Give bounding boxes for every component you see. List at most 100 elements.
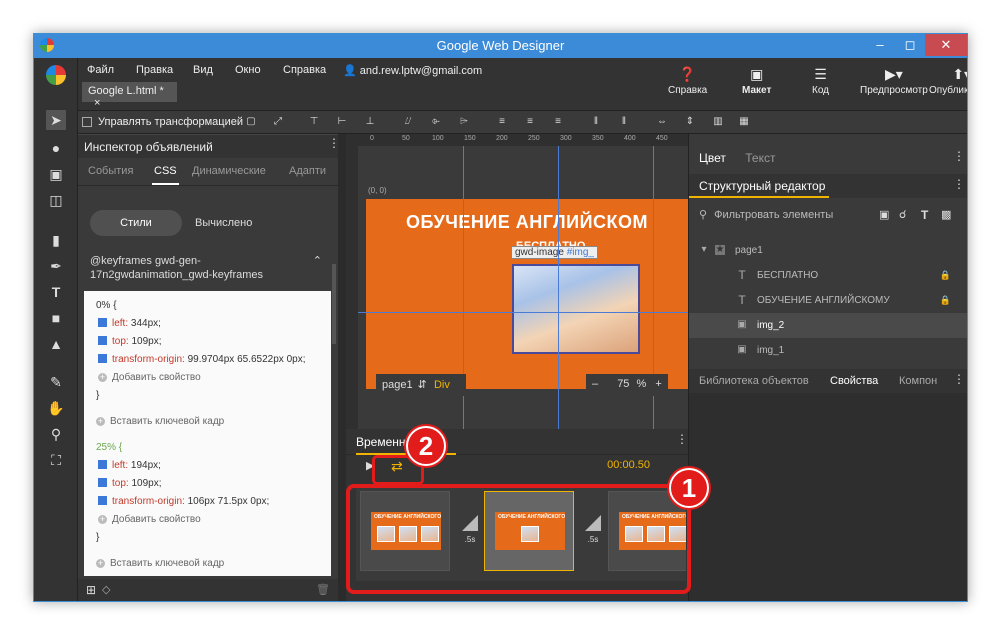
- filter-input[interactable]: ⚲ Фильтровать элементы: [699, 208, 833, 221]
- layout-button[interactable]: ▣ Макет: [742, 66, 771, 96]
- property-row[interactable]: top: 109px;: [98, 477, 162, 491]
- menu-view[interactable]: Вид: [193, 64, 213, 76]
- tab-properties[interactable]: Свойства: [830, 375, 878, 387]
- page-selector[interactable]: page1 ⇵ Div: [376, 374, 466, 396]
- size-both-icon[interactable]: ▥: [712, 116, 724, 128]
- trash-icon[interactable]: 🗑: [316, 583, 330, 596]
- transform-checkbox[interactable]: [82, 117, 92, 127]
- align-left-icon[interactable]: ⌰: [402, 116, 414, 128]
- size-height-icon[interactable]: ⇕: [684, 116, 696, 128]
- selection-tool-icon[interactable]: ➤: [46, 110, 66, 130]
- tab-color[interactable]: Цвет: [699, 151, 726, 165]
- guide-line[interactable]: [358, 312, 688, 313]
- insert-keyframe-button[interactable]: + Вставить ключевой кадр: [96, 557, 224, 571]
- stage-heading[interactable]: ОБУЧЕНИЕ АНГЛИЙСКОМ: [406, 212, 648, 233]
- pen-tool-icon[interactable]: ✒: [46, 256, 66, 276]
- maximize-button[interactable]: ◻: [895, 34, 925, 56]
- property-row[interactable]: transform-origin: 99.9704px 65.6522px 0p…: [98, 353, 305, 367]
- ad-canvas[interactable]: ОБУЧЕНИЕ АНГЛИЙСКОМ БЕСПЛАТНО gwd-image …: [366, 199, 688, 389]
- distribute-c-icon[interactable]: ≡: [552, 116, 564, 128]
- group-filter-icon[interactable]: ☌: [899, 208, 906, 221]
- guide-line[interactable]: [558, 146, 559, 441]
- align-top-icon[interactable]: ⊤: [308, 116, 320, 128]
- tab-components[interactable]: Компон: [899, 375, 937, 387]
- checkbox-icon[interactable]: [98, 353, 107, 363]
- 3d-object-icon[interactable]: ▣: [46, 164, 66, 184]
- computed-toggle[interactable]: Вычислено: [195, 217, 252, 229]
- checkbox-icon[interactable]: [98, 495, 107, 505]
- add-icon[interactable]: ⊞: [86, 583, 96, 597]
- resize-icon[interactable]: ⤢: [272, 116, 284, 128]
- bounding-box-icon[interactable]: ▢: [245, 116, 257, 128]
- tree-item-text[interactable]: T БЕСПЛАТНО 🔒: [689, 263, 967, 288]
- tree-item-text[interactable]: T ОБУЧЕНИЕ АНГЛИЙСКОМУ 🔒: [689, 288, 967, 313]
- menu-file[interactable]: Файл: [87, 64, 114, 76]
- zoom-in-icon[interactable]: +: [655, 378, 661, 390]
- align-right-icon[interactable]: ⌲: [458, 116, 470, 128]
- distribute-v-icon[interactable]: ≡: [524, 116, 536, 128]
- shape-tool-icon[interactable]: ■: [46, 308, 66, 328]
- text-tool-icon[interactable]: T: [46, 282, 66, 302]
- document-tab[interactable]: Google L.html * ×: [82, 82, 177, 109]
- tab-library[interactable]: Библиотека объектов: [699, 375, 809, 387]
- space-h-icon[interactable]: ‖: [590, 116, 602, 128]
- minimize-button[interactable]: –: [865, 34, 895, 56]
- lock-icon[interactable]: 🔒: [940, 270, 951, 281]
- caret-down-icon[interactable]: ▾: [699, 245, 709, 255]
- timeline-menu-icon[interactable]: ⋮: [676, 433, 688, 445]
- diamond-icon[interactable]: ◇: [102, 583, 110, 596]
- close-button[interactable]: ✕: [925, 34, 967, 56]
- tab-adaptive[interactable]: Адапти: [289, 165, 326, 177]
- text-filter-icon[interactable]: T: [921, 208, 928, 222]
- eyedropper-icon[interactable]: ✎: [46, 372, 66, 392]
- align-middle-icon[interactable]: ⊢: [336, 116, 348, 128]
- inspector-menu-icon[interactable]: ⋮: [328, 137, 340, 149]
- checkbox-icon[interactable]: [98, 477, 107, 487]
- preview-button[interactable]: ▶▾ Предпросмотр: [860, 66, 928, 96]
- color-panel-menu-icon[interactable]: ⋮: [953, 150, 965, 162]
- inspector-scrollbar[interactable]: [332, 264, 336, 344]
- tree-item-image[interactable]: ▣ img_1: [689, 338, 967, 363]
- help-button[interactable]: ❓ Справка: [668, 66, 707, 96]
- selected-image[interactable]: [512, 264, 640, 354]
- tab-events[interactable]: События: [88, 165, 133, 177]
- property-row[interactable]: left: 194px;: [98, 459, 161, 473]
- tab-dynamic[interactable]: Динамические: [192, 165, 266, 177]
- add-property-button[interactable]: + Добавить свойство: [98, 371, 201, 385]
- add-property-button[interactable]: + Добавить свойство: [98, 513, 201, 527]
- close-tab-icon[interactable]: ×: [94, 97, 100, 109]
- menu-window[interactable]: Окно: [235, 64, 261, 76]
- keyframes-header[interactable]: @keyframes gwd-gen-17n2gwdanimation_gwd-…: [90, 254, 322, 282]
- tree-item-page[interactable]: ▾ ★ page1: [689, 238, 967, 263]
- hand-tool-icon[interactable]: ✋: [46, 398, 66, 418]
- tab-css[interactable]: CSS: [152, 165, 179, 185]
- tree-item-image-selected[interactable]: ▣ img_2: [689, 313, 967, 338]
- menu-edit[interactable]: Правка: [136, 64, 173, 76]
- 3d-rotate-icon[interactable]: ◫: [46, 190, 66, 210]
- code-button[interactable]: ☰ Код: [812, 66, 829, 96]
- size-equal-icon[interactable]: ▦: [738, 116, 750, 128]
- checkbox-icon[interactable]: [98, 317, 107, 327]
- image-filter-icon[interactable]: ▣: [879, 208, 889, 221]
- bottom-panel-menu-icon[interactable]: ⋮: [953, 373, 965, 385]
- insert-keyframe-button[interactable]: + Вставить ключевой кадр: [96, 415, 224, 429]
- fill-tool-icon[interactable]: ▲: [46, 334, 66, 354]
- size-width-icon[interactable]: ⇔: [656, 116, 668, 128]
- tag-tool-icon[interactable]: ●: [46, 138, 66, 158]
- tab-text[interactable]: Текст: [745, 151, 775, 165]
- guide-line[interactable]: [463, 146, 464, 441]
- zoom-tool-icon[interactable]: ⚲: [46, 424, 66, 444]
- account[interactable]: 👤 and.rew.lptw@gmail.com: [343, 64, 482, 77]
- property-row[interactable]: transform-origin: 106px 71.5px 0px;: [98, 495, 269, 509]
- structure-menu-icon[interactable]: ⋮: [953, 178, 965, 190]
- space-v-icon[interactable]: ‖: [618, 116, 630, 128]
- guide-line[interactable]: [653, 146, 654, 441]
- property-row[interactable]: top: 109px;: [98, 335, 162, 349]
- tag-icon[interactable]: ▮: [46, 230, 66, 250]
- zoom-out-icon[interactable]: –: [592, 378, 598, 390]
- lock-icon[interactable]: 🔒: [940, 295, 951, 306]
- checkbox-icon[interactable]: [98, 335, 107, 345]
- fullscreen-icon[interactable]: ⛶: [46, 450, 66, 470]
- chevron-up-icon[interactable]: ⌃: [313, 254, 322, 268]
- publish-button[interactable]: ⬆▾ Опубликовать: [929, 66, 967, 96]
